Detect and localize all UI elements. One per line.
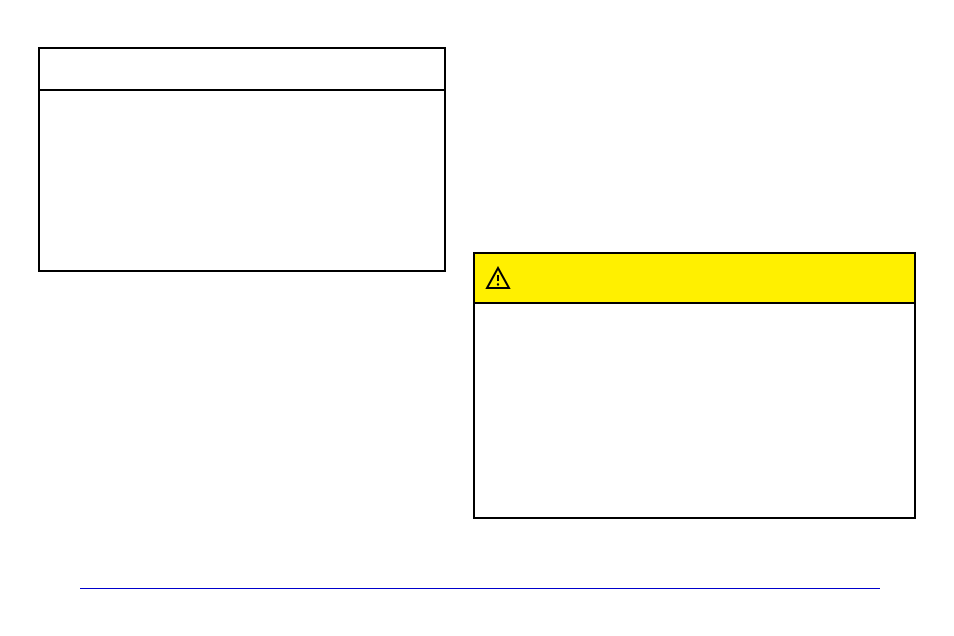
warning-panel-header [475, 254, 914, 304]
horizontal-separator [80, 588, 880, 589]
warning-icon [485, 266, 511, 290]
plain-panel [38, 47, 446, 272]
plain-panel-header [40, 49, 444, 91]
warning-panel [473, 252, 916, 519]
